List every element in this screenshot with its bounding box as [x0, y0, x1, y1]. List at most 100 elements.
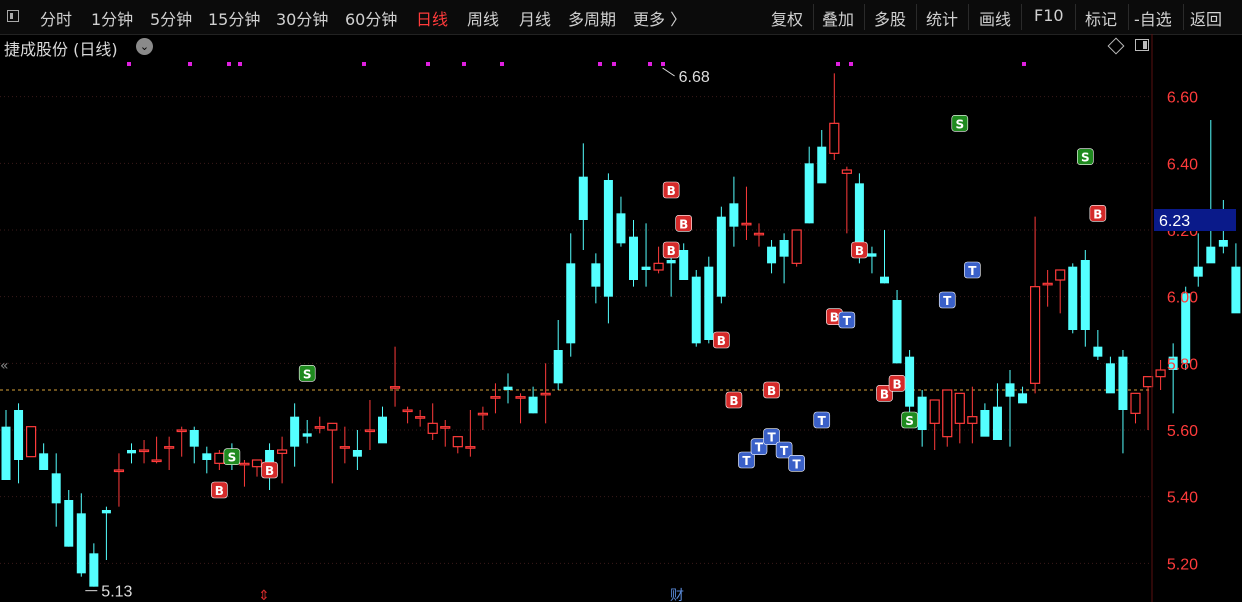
candle-body	[1206, 246, 1216, 264]
candle-body	[452, 436, 463, 448]
candle	[1105, 356, 1115, 394]
candle-body	[251, 459, 263, 468]
candle-body	[1130, 392, 1141, 414]
candle	[352, 430, 362, 470]
candle-body	[729, 203, 739, 227]
candle	[1118, 350, 1128, 454]
candle-body	[666, 260, 676, 264]
candle-body	[942, 389, 953, 438]
candle	[39, 443, 49, 470]
candle	[89, 543, 99, 587]
candle-body	[954, 392, 965, 424]
candle-body	[880, 276, 889, 284]
candle-body	[164, 446, 175, 449]
signal-badge-label: B	[215, 484, 224, 498]
candle	[841, 166, 852, 234]
candle	[138, 440, 150, 464]
candle-body	[415, 416, 426, 419]
candle-body	[176, 429, 187, 433]
signal-badge-label: T	[780, 444, 789, 458]
signal-badge-label: B	[830, 311, 839, 325]
signal-badge-label: B	[729, 394, 738, 408]
candle-body	[214, 452, 225, 464]
candle	[477, 406, 488, 430]
candle-body	[679, 250, 689, 280]
candle	[452, 436, 463, 454]
candle-body	[817, 146, 827, 184]
candle-body	[239, 462, 250, 466]
top-signal-dot	[462, 62, 466, 66]
top-signal-dot	[612, 62, 616, 66]
candle	[364, 400, 376, 450]
candle	[503, 373, 513, 404]
price-tick-label: 6.00	[1167, 290, 1198, 307]
candle	[1168, 343, 1178, 414]
top-signal-dot	[426, 62, 430, 66]
event-marker: ⇕	[258, 588, 270, 602]
candle	[440, 420, 451, 447]
candle	[1005, 370, 1015, 447]
candle	[992, 383, 1002, 440]
signal-badge-label: B	[667, 244, 676, 258]
price-tick-label: 6.60	[1167, 90, 1198, 107]
top-signal-dot	[648, 62, 652, 66]
candle	[741, 186, 752, 240]
candle	[151, 436, 162, 464]
price-axis: 6.606.406.206.005.805.605.405.206.23	[1151, 34, 1236, 602]
signal-badge-label: S	[1081, 151, 1090, 165]
signal-badge-label: S	[303, 367, 312, 381]
candle-body	[767, 246, 777, 264]
price-tick-label: 5.80	[1167, 356, 1198, 373]
candle	[679, 243, 689, 280]
candle-body	[1055, 269, 1066, 281]
candle	[515, 393, 526, 424]
signal-badge-B: B	[261, 461, 278, 479]
candle-body	[89, 553, 99, 587]
candle	[51, 453, 61, 527]
candle-body	[804, 163, 814, 224]
signal-badge-label: T	[843, 314, 852, 328]
candle-body	[302, 433, 312, 437]
candle-body	[327, 422, 338, 431]
signal-badge-label: T	[767, 431, 776, 445]
candle-body	[465, 446, 476, 449]
price-tick-label: 5.40	[1167, 490, 1198, 507]
candle	[578, 143, 588, 250]
signal-badge-B: B	[763, 381, 780, 399]
candle	[202, 446, 212, 474]
candle	[214, 450, 225, 470]
candle	[490, 383, 501, 414]
candle-body	[39, 453, 49, 470]
current-price-label: 6.23	[1159, 213, 1190, 230]
price-tick-label: 5.60	[1167, 423, 1198, 440]
candle	[1029, 216, 1041, 394]
candle	[176, 426, 187, 457]
signal-badge-label: T	[793, 457, 802, 471]
candle	[892, 290, 902, 364]
candle	[1018, 386, 1028, 404]
top-signal-dot	[127, 62, 131, 66]
candle-body	[14, 410, 24, 460]
candle-body	[402, 409, 413, 413]
candle	[1206, 120, 1216, 264]
candle-body	[540, 392, 551, 396]
candle	[76, 493, 86, 577]
candle-body	[503, 386, 513, 390]
candle	[729, 176, 739, 247]
candle	[591, 253, 601, 304]
top-signal-dot	[598, 62, 602, 66]
candle	[829, 73, 840, 160]
candle	[415, 410, 426, 427]
candle-body	[691, 276, 701, 344]
top-signal-dot	[500, 62, 504, 66]
price-grid	[0, 96, 1152, 564]
candle-body	[1, 426, 11, 480]
candle	[26, 426, 37, 458]
candle	[880, 230, 889, 284]
candle	[791, 229, 802, 267]
candles	[1, 73, 1241, 587]
candle	[804, 146, 814, 224]
candle	[553, 320, 563, 390]
candle	[1155, 360, 1166, 390]
candle-body	[829, 122, 840, 154]
